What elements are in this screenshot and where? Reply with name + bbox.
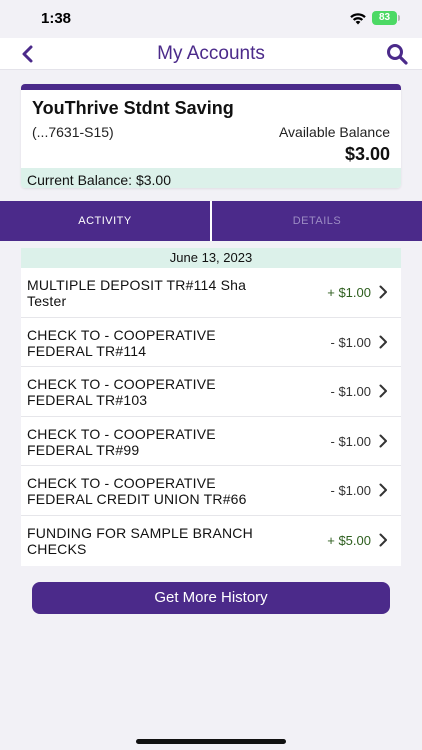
chevron-right-icon: [379, 533, 387, 547]
current-balance-strip: Current Balance: $3.00: [21, 168, 401, 188]
chevron-right-icon: [379, 335, 387, 349]
chevron-right-icon: [379, 384, 387, 398]
available-balance-label: Available Balance: [278, 124, 390, 140]
wifi-icon: [350, 13, 366, 25]
home-indicator[interactable]: [136, 739, 286, 744]
account-number: (...7631-S15): [32, 124, 114, 140]
tab-bar: ACTIVITY DETAILS: [0, 201, 422, 241]
page-title: My Accounts: [157, 43, 265, 64]
search-icon[interactable]: [386, 43, 408, 65]
transaction-amount: + $5.00: [327, 532, 371, 548]
transaction-row[interactable]: CHECK TO - COOPERATIVE FEDERAL CREDIT UN…: [21, 466, 401, 516]
current-balance: Current Balance: $3.00: [27, 172, 171, 188]
transaction-row[interactable]: FUNDING FOR SAMPLE BRANCH CHECKS + $5.00: [21, 516, 401, 566]
get-more-history-button[interactable]: Get More History: [32, 582, 390, 614]
transaction-description: MULTIPLE DEPOSIT TR#114 Sha Tester: [27, 277, 247, 309]
available-balance-value: $3.00: [344, 144, 390, 164]
account-name: YouThrive Stdnt Saving: [32, 98, 234, 118]
account-card[interactable]: YouThrive Stdnt Saving (...7631-S15) Ava…: [21, 84, 401, 188]
tab-details[interactable]: DETAILS: [212, 201, 422, 241]
battery-icon: 83: [372, 11, 400, 25]
transaction-amount: - $1.00: [330, 433, 371, 449]
transaction-list: MULTIPLE DEPOSIT TR#114 Sha Tester + $1.…: [21, 268, 401, 566]
transaction-description: CHECK TO - COOPERATIVE FEDERAL TR#99: [27, 425, 216, 458]
tab-activity[interactable]: ACTIVITY: [0, 201, 210, 241]
chevron-right-icon: [379, 285, 387, 299]
transaction-row[interactable]: MULTIPLE DEPOSIT TR#114 Sha Tester + $1.…: [21, 268, 401, 318]
battery-level: 83: [372, 11, 397, 25]
transactions-date-header: June 13, 2023: [21, 248, 401, 268]
transaction-description: CHECK TO - COOPERATIVE FEDERAL TR#114: [27, 326, 216, 359]
nav-bar: My Accounts: [0, 38, 422, 70]
transaction-row[interactable]: CHECK TO - COOPERATIVE FEDERAL TR#103 - …: [21, 367, 401, 417]
transaction-amount: - $1.00: [330, 483, 371, 499]
transaction-description: FUNDING FOR SAMPLE BRANCH CHECKS: [27, 524, 253, 557]
transaction-row[interactable]: CHECK TO - COOPERATIVE FEDERAL TR#99 - $…: [21, 417, 401, 467]
transaction-description: CHECK TO - COOPERATIVE FEDERAL TR#103: [27, 376, 216, 409]
status-time: 1:38: [41, 10, 72, 27]
transaction-row[interactable]: CHECK TO - COOPERATIVE FEDERAL TR#114 - …: [21, 318, 401, 368]
chevron-right-icon: [379, 434, 387, 448]
transaction-amount: - $1.00: [330, 384, 371, 400]
transaction-amount: - $1.00: [330, 334, 371, 350]
transaction-amount: + $1.00: [327, 285, 371, 300]
chevron-right-icon: [379, 483, 387, 497]
status-bar: 1:38 83: [0, 0, 422, 38]
transaction-description: CHECK TO - COOPERATIVE FEDERAL CREDIT UN…: [27, 475, 247, 508]
